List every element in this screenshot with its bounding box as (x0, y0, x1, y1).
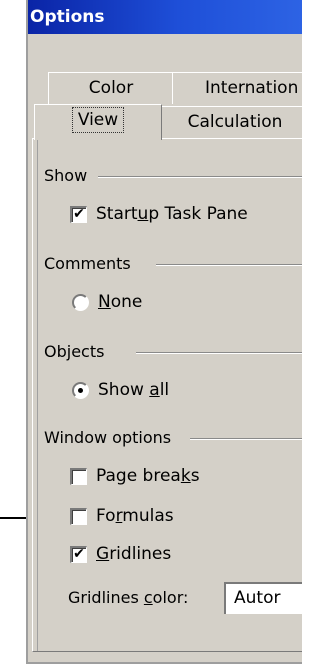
tab-view-label: View (71, 107, 125, 133)
label-part: ll (159, 380, 170, 400)
gridlines-color-label: Gridlines color: (68, 588, 188, 607)
tab-calculation[interactable]: Calculation (160, 106, 302, 138)
gridlines-checkbox[interactable]: ✔ (70, 546, 87, 563)
objects-show-all-radio[interactable] (72, 382, 89, 399)
label-part: mulas (122, 506, 174, 526)
comments-group-label: Comments (44, 254, 131, 273)
label-part: s (190, 466, 200, 486)
formulas-checkbox[interactable] (70, 508, 87, 525)
accelerator-key: a (149, 380, 160, 400)
options-dialog: Options Color Internation View Calculati… (26, 0, 302, 664)
window-options-group-label: Window options (44, 428, 172, 447)
label-part: Page brea (96, 466, 181, 486)
tab-view[interactable]: View (34, 104, 162, 140)
comments-none-label[interactable]: None (98, 292, 142, 312)
show-group-divider (98, 176, 302, 178)
comments-none-radio[interactable] (72, 294, 89, 311)
tab-color-label: Color (88, 78, 134, 98)
tab-calculation-label: Calculation (187, 112, 283, 132)
accelerator-key: c (143, 588, 153, 607)
gridlines-color-value: Autor (234, 588, 281, 608)
accelerator-key: N (98, 292, 111, 312)
formulas-label[interactable]: Formulas (96, 506, 174, 526)
label-part: Show (98, 380, 150, 400)
page-breaks-label[interactable]: Page breaks (96, 466, 200, 486)
check-icon: ✔ (73, 546, 85, 562)
dialog-title[interactable]: Options (28, 0, 302, 34)
startup-task-pane-checkbox[interactable]: ✔ (70, 206, 87, 223)
tab-international[interactable]: Internation (172, 72, 302, 104)
label-part: ridlines (109, 544, 172, 564)
objects-group-label: Objects (44, 342, 105, 361)
accelerator-key: k (180, 466, 191, 486)
gridlines-label[interactable]: Gridlines (96, 544, 171, 564)
accelerator-key: G (96, 544, 110, 564)
label-part: one (110, 292, 143, 312)
comments-group-divider (156, 264, 302, 266)
label-part: Fo (96, 506, 116, 526)
accelerator-key: u (137, 204, 149, 224)
objects-group-divider (136, 352, 302, 354)
gridlines-color-select[interactable]: Autor (224, 582, 302, 614)
label-part: p Task Pane (148, 204, 248, 224)
window-options-group-divider (190, 438, 302, 440)
check-icon: ✔ (73, 206, 85, 222)
page-breaks-checkbox[interactable] (70, 468, 87, 485)
objects-show-all-label[interactable]: Show all (98, 380, 169, 400)
radio-selected-dot (78, 388, 83, 393)
tab-international-label: Internation (205, 78, 299, 98)
show-group-label: Show (44, 166, 88, 185)
label-part: olor: (152, 588, 189, 607)
startup-task-pane-label[interactable]: Startup Task Pane (96, 204, 248, 224)
tab-color[interactable]: Color (48, 72, 174, 104)
label-part: Start (96, 204, 138, 224)
label-part: Gridlines (68, 588, 144, 607)
